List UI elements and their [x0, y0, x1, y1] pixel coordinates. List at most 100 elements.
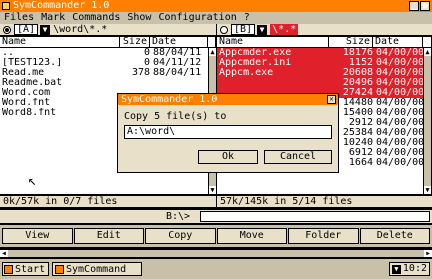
right-column-headers: Name Size Date	[217, 37, 431, 48]
delete-button[interactable]: Delete	[359, 228, 430, 244]
col-name-header[interactable]: Name	[0, 37, 120, 47]
file-name: [TEST123.]	[2, 58, 63, 68]
mouse-cursor-icon: ↖	[28, 173, 37, 189]
file-name: Appcm.exe	[219, 68, 274, 78]
file-date: 04/00/00	[376, 98, 423, 108]
file-size: 0	[143, 48, 150, 58]
ok-button[interactable]: Ok	[198, 150, 258, 164]
start-icon	[4, 264, 13, 274]
right-drive-bar: [B] ▼ \*.*	[216, 24, 432, 36]
file-row[interactable]: Appcmder.exe 18176 04/00/00	[217, 48, 431, 58]
start-button[interactable]: Start	[2, 262, 50, 276]
left-drive-select[interactable]: [A]	[14, 24, 39, 35]
scroll-up-icon[interactable]: ▲	[424, 48, 431, 56]
scroll-down-icon[interactable]: ▼	[209, 186, 216, 194]
close-icon[interactable]: ✕	[327, 95, 336, 104]
file-date: 88/04/11	[153, 68, 202, 78]
menu-files[interactable]: Files	[4, 12, 34, 24]
maximize-button[interactable]: ■	[420, 1, 430, 11]
file-name: Word8.fnt	[2, 108, 57, 118]
file-row[interactable]: Read.me 378 88/04/11	[0, 68, 215, 78]
copy-button[interactable]: Copy	[145, 228, 216, 244]
file-date: 04/00/00	[376, 108, 423, 118]
file-row[interactable]: .. 0 88/04/11	[0, 48, 215, 58]
file-row[interactable]: Appcmder.ini 1152 04/00/00	[217, 58, 431, 68]
dialog-message: Copy 5 file(s) to	[124, 111, 227, 122]
left-column-headers: Name Size Date	[0, 37, 215, 48]
right-path: \*.*	[270, 24, 299, 35]
move-button[interactable]: Move	[216, 228, 287, 244]
function-key-bar: View Edit Copy Move Folder Delete	[0, 225, 432, 247]
app-icon	[55, 264, 64, 274]
file-row[interactable]: [TEST123.] 0 04/11/12	[0, 58, 215, 68]
start-label: Start	[15, 263, 46, 275]
scroll-right-icon[interactable]: ▶	[424, 250, 432, 257]
file-date: 04/00/00	[376, 48, 423, 58]
right-drive-select[interactable]: [B]	[231, 24, 256, 35]
file-date: 04/00/00	[376, 68, 423, 78]
col-size-header[interactable]: Size	[329, 37, 373, 47]
left-panel-active-radio[interactable]	[3, 25, 11, 34]
col-name-header[interactable]: Name	[217, 37, 329, 47]
cancel-button[interactable]: Cancel	[264, 150, 332, 164]
file-row[interactable]: Readme.bat	[0, 78, 215, 88]
col-size-header[interactable]: Size	[120, 37, 150, 47]
chevron-down-icon[interactable]: ▼	[257, 24, 268, 35]
menu-mark[interactable]: Mark	[41, 12, 65, 24]
task-label: SymCommand	[66, 263, 127, 275]
command-input[interactable]	[200, 211, 430, 222]
file-name	[217, 78, 329, 88]
file-row[interactable]: 20496 04/00/00	[217, 78, 431, 88]
file-size: 0	[143, 58, 150, 68]
taskbar: Start SymCommand ▼ 10:2	[0, 258, 432, 279]
file-size: 20496	[342, 78, 373, 88]
scroll-left-icon[interactable]: ◀	[0, 250, 8, 257]
menu-commands[interactable]: Commands	[72, 12, 120, 24]
tray-icon: ▼	[391, 264, 401, 274]
left-status: 0k/57k in 0/7 files	[0, 195, 216, 207]
menu-configuration[interactable]: Configuration	[158, 12, 236, 24]
copy-dialog: SymCommander 1.0 ✕ Copy 5 file(s) to A:\…	[117, 93, 339, 173]
destination-input[interactable]: A:\word\	[124, 125, 332, 139]
left-drive-bar: [A] ▼ \word\*.*	[0, 24, 216, 36]
right-panel-active-radio[interactable]	[220, 25, 228, 34]
file-name: Read.me	[2, 68, 45, 78]
horizontal-scrollbar[interactable]: ◀ ▶	[0, 249, 432, 257]
menu-bar: Files Mark Commands Show Configuration ?	[0, 12, 432, 24]
col-date-header[interactable]: Date	[373, 37, 423, 47]
col-date-header[interactable]: Date	[150, 37, 208, 47]
command-line: B:\>	[0, 210, 432, 223]
scroll-down-icon[interactable]: ▼	[424, 186, 431, 194]
file-name: Appcmder.exe	[219, 48, 292, 58]
file-date: 04/00/00	[376, 58, 423, 68]
menu-help[interactable]: ?	[244, 12, 250, 24]
folder-button[interactable]: Folder	[288, 228, 359, 244]
file-date	[150, 78, 208, 88]
scroll-up-icon[interactable]: ▲	[209, 48, 216, 56]
title-bar: SymCommander 1.0 ▁ ■	[0, 0, 432, 12]
file-name: ..	[2, 48, 15, 58]
file-size: 20608	[342, 68, 373, 78]
chevron-down-icon[interactable]: ▼	[40, 24, 51, 35]
file-name: Readme.bat	[2, 78, 63, 88]
file-size: 378	[131, 68, 150, 78]
file-size: 18176	[342, 48, 373, 58]
file-date: 04/00/00	[376, 158, 423, 168]
right-status: 57k/145k in 5/14 files	[216, 195, 432, 207]
file-date: 04/11/12	[153, 58, 202, 68]
window-title: SymCommander 1.0	[13, 0, 110, 11]
left-path: \word\*.*	[53, 24, 108, 35]
menu-show[interactable]: Show	[127, 12, 151, 24]
file-date: 04/00/00	[376, 128, 423, 138]
command-prompt: B:\>	[166, 211, 191, 222]
file-date: 04/00/00	[376, 88, 423, 98]
edit-button[interactable]: Edit	[73, 228, 144, 244]
taskbar-item-symcommander[interactable]: SymCommand	[52, 262, 142, 276]
minimize-button[interactable]: ▁	[409, 1, 419, 11]
right-scrollbar[interactable]: ▲ ▼	[423, 48, 431, 194]
file-date: 04/00/00	[376, 148, 423, 158]
file-date: 04/00/00	[376, 138, 423, 148]
file-row[interactable]: Appcm.exe 20608 04/00/00	[217, 68, 431, 78]
dialog-title-bar: SymCommander 1.0 ✕	[118, 94, 338, 105]
view-button[interactable]: View	[2, 228, 73, 244]
